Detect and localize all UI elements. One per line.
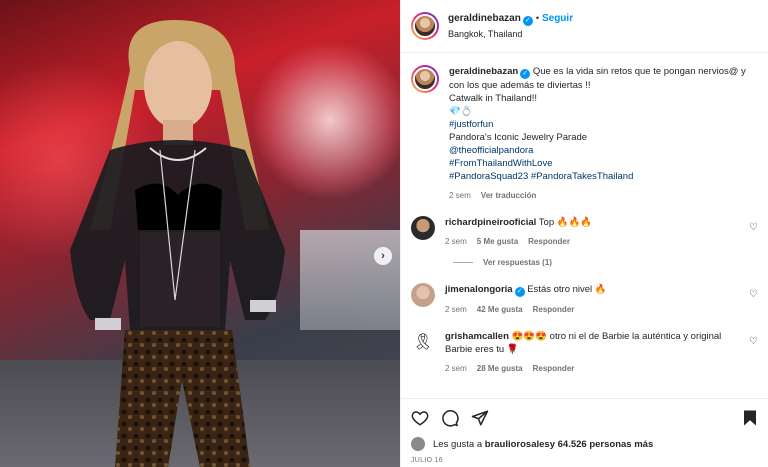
follow-button[interactable]: Seguir [542,13,573,24]
comment-like-icon[interactable]: ♡ [749,289,758,300]
comment-body: richardpineirooficial Top 🔥🔥🔥 2 sem 5 Me … [445,216,743,248]
verified-badge-icon: ✓ [520,69,531,79]
separator-dot: • [535,13,539,23]
view-replies-label[interactable]: Ver respuestas (1) [483,258,552,267]
likes-user[interactable]: brauliorosales [485,439,550,450]
avatar[interactable] [411,216,435,240]
bookmark-icon[interactable] [741,409,759,427]
hashtag-link[interactable]: #FromThailandWithLove [449,158,553,169]
avatar[interactable] [411,65,439,93]
caption-body: geraldinebazan ✓ Que es la vida sin retos… [449,65,758,202]
reply-button[interactable]: Responder [533,305,575,314]
reply-button[interactable]: Responder [533,364,575,373]
hashtag-link[interactable]: #justforfun [449,119,493,130]
caption-emojis: 💎💍 [449,106,473,117]
caption-text: Pandora's Iconic Jewelry Parade [449,132,588,143]
action-icons [411,405,759,431]
comment-likes[interactable]: 42 Me gusta [477,305,523,314]
comment-username[interactable]: jimenalongoria [445,284,513,295]
mention-link[interactable]: @theofficialpandora [449,145,533,156]
post-side-panel: geraldinebazan ✓ • Seguir Bangkok, Thailand… [400,0,768,467]
comment-meta: 2 sem 28 Me gusta Responder [445,362,743,375]
replies-divider [453,262,473,263]
comment-username[interactable]: richardpineirooficial [445,217,536,228]
comment-time: 2 sem [445,237,467,246]
comment-meta: 2 sem 5 Me gusta Responder [445,235,743,248]
comment-meta: 2 sem 42 Me gusta Responder [445,303,743,316]
chevron-right-icon: › [381,250,385,262]
header-text: geraldinebazan ✓ • Seguir Bangkok, Thailand [448,13,573,39]
comment-body: jimenalongoria ✓ Estás otro nivel 🔥 2 sem… [445,283,743,316]
comment-body: grishamcallen 😍😍😍 otro ni el de Barbie l… [445,330,743,375]
comment-row: richardpineirooficial Top 🔥🔥🔥 2 sem 5 Me … [411,216,758,248]
share-icon[interactable] [471,409,489,427]
hashtag-link[interactable]: #PandoraSquad23 [449,171,528,182]
comment-row: jimenalongoria ✓ Estás otro nivel 🔥 2 sem… [411,283,758,316]
comment-row: 🎗 grishamcallen 😍😍😍 otro ni el de Barbie… [411,330,758,375]
post-actions: Les gusta a brauliorosales y 64.526 pers… [401,398,768,464]
comment-like-icon[interactable]: ♡ [749,222,758,233]
hashtag-link[interactable]: #PandoraTakesThailand [531,171,633,182]
post-header: geraldinebazan ✓ • Seguir Bangkok, Thailand [401,0,768,53]
avatar[interactable] [411,283,435,307]
avatar[interactable] [411,437,425,451]
caption-row: geraldinebazan ✓ Que es la vida sin retos… [411,65,758,202]
comment-like-icon[interactable]: ♡ [749,336,758,347]
verified-badge-icon: ✓ [522,16,533,26]
heart-icon[interactable] [411,409,429,427]
post-location[interactable]: Bangkok, Thailand [448,29,573,39]
comment-text: Top 🔥🔥🔥 [538,217,593,228]
verified-badge-icon: ✓ [514,287,525,297]
caption-meta: 2 sem Ver traducción [449,189,758,202]
avatar[interactable]: 🎗 [411,330,435,354]
comment-time: 2 sem [445,364,467,373]
likes-count[interactable]: y 64.526 personas más [550,439,654,450]
next-photo-button[interactable]: › [374,247,392,265]
likes-prefix: Les gusta a [433,438,483,450]
comment-username[interactable]: grishamcallen [445,331,509,342]
translate-button[interactable]: Ver traducción [481,191,537,200]
author-username[interactable]: geraldinebazan [448,13,521,24]
reply-button[interactable]: Responder [528,237,570,246]
view-replies-button[interactable]: Ver respuestas (1) [453,258,758,267]
comment-text: Estás otro nivel 🔥 [527,284,607,295]
comments-section: geraldinebazan ✓ Que es la vida sin retos… [401,53,768,393]
model-figure [70,20,285,467]
comment-time: 2 sem [445,305,467,314]
avatar[interactable] [411,12,439,40]
caption-text: Catwalk in Thailand!! [449,93,538,104]
caption-username[interactable]: geraldinebazan [449,66,518,77]
likes-summary: Les gusta a brauliorosales y 64.526 pers… [411,437,759,451]
comment-likes[interactable]: 5 Me gusta [477,237,518,246]
instagram-post-frame: › geraldinebazan ✓ • Seguir Bangkok, Thaila… [0,0,768,467]
comment-icon[interactable] [441,409,459,427]
post-date: JULIO 16 [411,457,443,464]
comment-likes[interactable]: 28 Me gusta [477,364,523,373]
caption-time: 2 sem [449,191,471,200]
post-photo[interactable]: › [0,0,400,467]
